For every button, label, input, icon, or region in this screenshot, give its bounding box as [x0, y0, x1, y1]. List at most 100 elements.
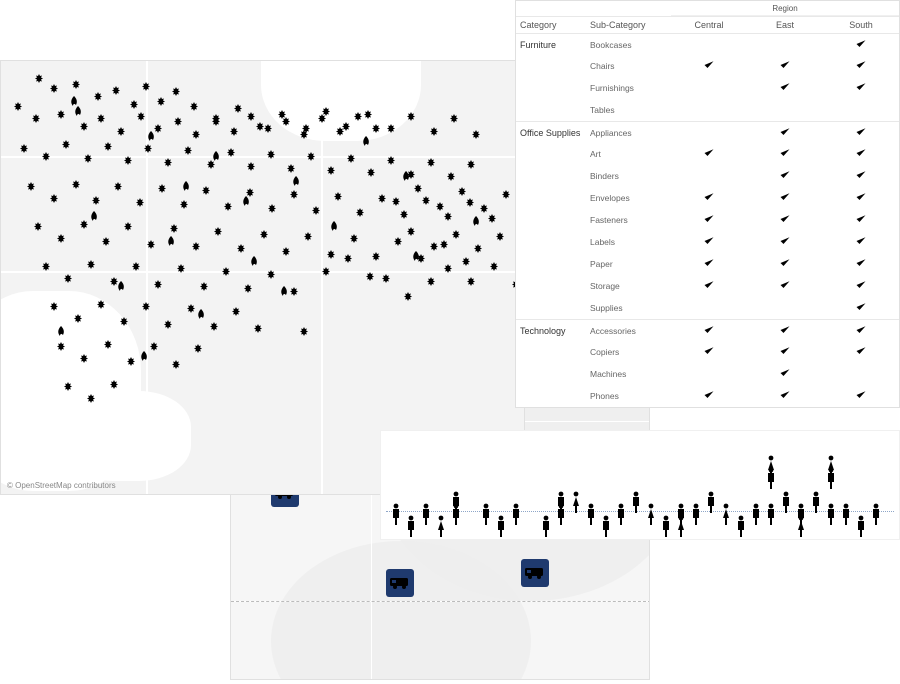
ems-star-icon[interactable]	[193, 343, 203, 353]
ems-star-icon[interactable]	[451, 229, 461, 239]
table-row[interactable]: Paper	[516, 253, 899, 275]
ems-star-icon[interactable]	[91, 195, 101, 205]
ems-star-icon[interactable]	[153, 279, 163, 289]
ems-star-icon[interactable]	[63, 381, 73, 391]
ems-star-icon[interactable]	[101, 236, 111, 246]
ems-star-icon[interactable]	[146, 239, 156, 249]
male-icon[interactable]	[481, 503, 491, 525]
ems-star-icon[interactable]	[259, 229, 269, 239]
table-row[interactable]: Office SuppliesAppliances	[516, 121, 899, 143]
male-icon[interactable]	[406, 515, 416, 537]
ems-star-icon[interactable]	[281, 246, 291, 256]
ems-star-icon[interactable]	[171, 86, 181, 96]
ems-star-icon[interactable]	[61, 139, 71, 149]
ems-star-icon[interactable]	[461, 256, 471, 266]
ems-star-icon[interactable]	[253, 323, 263, 333]
ems-star-icon[interactable]	[289, 286, 299, 296]
ems-star-icon[interactable]	[479, 203, 489, 213]
ems-star-icon[interactable]	[79, 121, 89, 131]
ems-star-icon[interactable]	[103, 339, 113, 349]
ems-star-icon[interactable]	[86, 393, 96, 403]
ems-star-icon[interactable]	[169, 223, 179, 233]
ems-star-icon[interactable]	[371, 251, 381, 261]
ems-star-icon[interactable]	[211, 116, 221, 126]
ems-star-icon[interactable]	[413, 183, 423, 193]
ems-star-icon[interactable]	[299, 326, 309, 336]
ems-star-icon[interactable]	[13, 101, 23, 111]
ems-star-icon[interactable]	[19, 143, 29, 153]
ems-star-icon[interactable]	[321, 266, 331, 276]
ems-star-icon[interactable]	[231, 306, 241, 316]
ems-star-icon[interactable]	[73, 313, 83, 323]
female-icon[interactable]	[571, 491, 581, 513]
campground-icon[interactable]	[521, 559, 549, 587]
ems-star-icon[interactable]	[233, 103, 243, 113]
ems-star-icon[interactable]	[349, 233, 359, 243]
male-icon[interactable]	[706, 491, 716, 513]
ems-star-icon[interactable]	[103, 141, 113, 151]
male-icon[interactable]	[601, 515, 611, 537]
ems-star-icon[interactable]	[141, 301, 151, 311]
ems-star-icon[interactable]	[353, 111, 363, 121]
fire-icon[interactable]	[139, 351, 149, 361]
ems-star-icon[interactable]	[109, 379, 119, 389]
ems-star-icon[interactable]	[446, 171, 456, 181]
table-row[interactable]: Binders	[516, 165, 899, 187]
ems-star-icon[interactable]	[49, 83, 59, 93]
ems-star-icon[interactable]	[471, 129, 481, 139]
table-row[interactable]: Phones	[516, 385, 899, 407]
ems-star-icon[interactable]	[83, 153, 93, 163]
ems-star-icon[interactable]	[386, 123, 396, 133]
table-row[interactable]: Chairs	[516, 55, 899, 77]
table-row[interactable]: TechnologyAccessories	[516, 319, 899, 341]
ems-star-icon[interactable]	[277, 109, 287, 119]
male-icon[interactable]	[796, 503, 806, 525]
ems-star-icon[interactable]	[71, 79, 81, 89]
fire-icon[interactable]	[291, 176, 301, 186]
fire-icon[interactable]	[411, 251, 421, 261]
table-row[interactable]: Art	[516, 143, 899, 165]
ems-star-icon[interactable]	[286, 163, 296, 173]
ems-star-icon[interactable]	[56, 341, 66, 351]
ems-star-icon[interactable]	[449, 113, 459, 123]
ems-star-icon[interactable]	[429, 126, 439, 136]
ems-star-icon[interactable]	[126, 356, 136, 366]
table-row[interactable]: Supplies	[516, 297, 899, 319]
ems-star-icon[interactable]	[246, 161, 256, 171]
ems-star-icon[interactable]	[439, 239, 449, 249]
male-icon[interactable]	[766, 467, 776, 489]
ems-star-icon[interactable]	[156, 96, 166, 106]
female-icon[interactable]	[676, 515, 686, 537]
ems-star-icon[interactable]	[136, 111, 146, 121]
ems-star-icon[interactable]	[223, 201, 233, 211]
ems-star-icon[interactable]	[426, 276, 436, 286]
ems-star-icon[interactable]	[377, 193, 387, 203]
male-icon[interactable]	[856, 515, 866, 537]
male-icon[interactable]	[631, 491, 641, 513]
table-row[interactable]: Storage	[516, 275, 899, 297]
ems-star-icon[interactable]	[71, 179, 81, 189]
ems-star-icon[interactable]	[56, 109, 66, 119]
male-icon[interactable]	[556, 491, 566, 513]
ems-star-icon[interactable]	[179, 199, 189, 209]
male-icon[interactable]	[781, 491, 791, 513]
male-icon[interactable]	[616, 503, 626, 525]
ems-star-icon[interactable]	[131, 261, 141, 271]
ems-star-icon[interactable]	[236, 243, 246, 253]
fire-icon[interactable]	[196, 309, 206, 319]
male-icon[interactable]	[841, 503, 851, 525]
ems-star-icon[interactable]	[255, 121, 265, 131]
ems-star-icon[interactable]	[123, 221, 133, 231]
male-icon[interactable]	[826, 467, 836, 489]
fire-icon[interactable]	[401, 171, 411, 181]
ems-star-icon[interactable]	[226, 147, 236, 157]
ems-star-icon[interactable]	[189, 101, 199, 111]
ems-star-icon[interactable]	[311, 205, 321, 215]
ems-star-icon[interactable]	[435, 201, 445, 211]
ems-star-icon[interactable]	[135, 197, 145, 207]
ems-star-icon[interactable]	[163, 157, 173, 167]
ems-star-icon[interactable]	[116, 126, 126, 136]
ems-star-icon[interactable]	[489, 261, 499, 271]
ems-star-icon[interactable]	[343, 253, 353, 263]
table-row[interactable]: Furnishings	[516, 77, 899, 99]
